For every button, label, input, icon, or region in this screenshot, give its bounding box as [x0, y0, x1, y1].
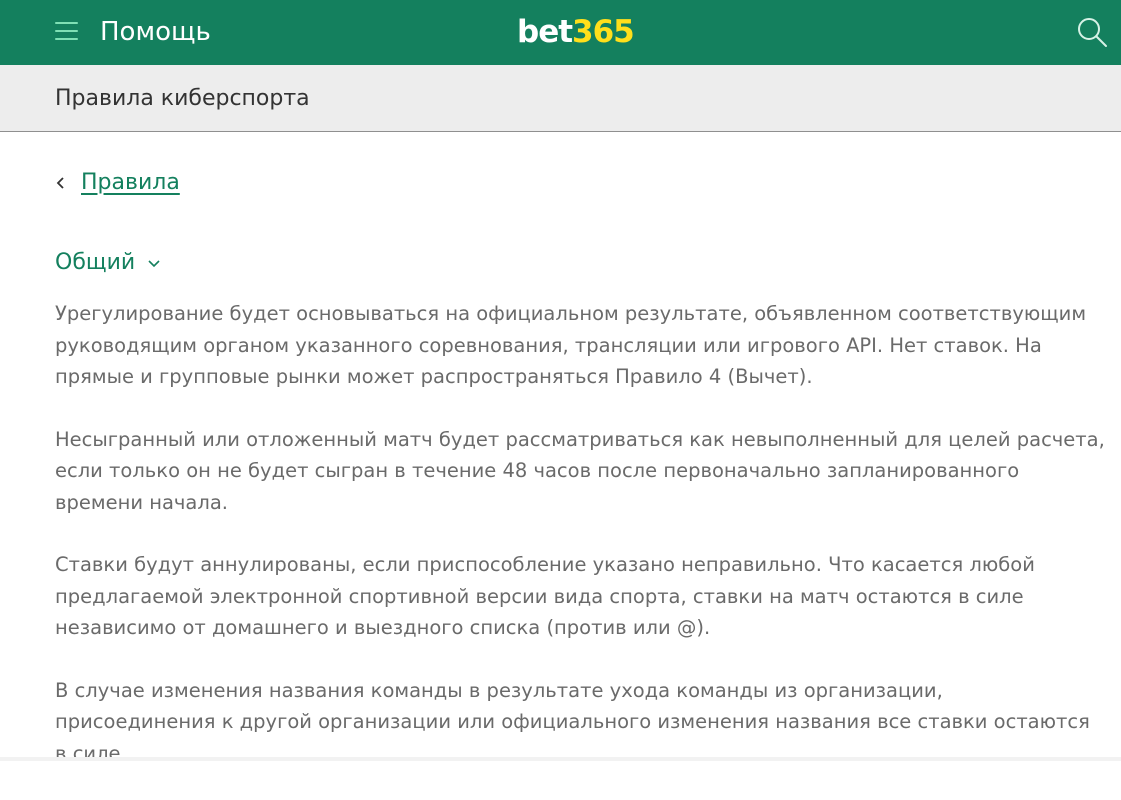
chevron-down-icon[interactable]	[147, 258, 161, 268]
rules-paragraph: В случае изменения названия команды в ре…	[55, 678, 1090, 765]
page-title: Правила киберспорта	[55, 86, 310, 111]
logo-bet-text: bet	[517, 14, 573, 50]
section-toggle-general[interactable]: Общий	[55, 248, 161, 278]
rules-content: Урегулирование будет основываться на офи…	[55, 298, 1105, 800]
rules-paragraph: Ставки будут аннулированы, если приспосо…	[55, 553, 1035, 639]
page-subheader: Правила киберспорта	[0, 65, 1121, 132]
bottom-edge	[0, 757, 1121, 761]
chevron-left-icon	[56, 177, 64, 189]
logo-365-text: 365	[572, 14, 635, 50]
back-to-rules-link[interactable]: Правила	[55, 167, 180, 199]
section-title[interactable]: Общий	[55, 249, 135, 277]
header-title: Помощь	[100, 17, 211, 47]
back-link-label[interactable]: Правила	[81, 169, 180, 197]
top-header: Помощь bet365	[0, 0, 1121, 65]
rules-paragraph: Урегулирование будет основываться на офи…	[55, 302, 1087, 388]
search-icon[interactable]	[1076, 16, 1108, 48]
hamburger-menu-icon[interactable]	[55, 21, 78, 41]
bet365-logo[interactable]: bet365	[517, 12, 635, 52]
rules-paragraph: Несыгранный или отложенный матч будет ра…	[55, 427, 1105, 514]
